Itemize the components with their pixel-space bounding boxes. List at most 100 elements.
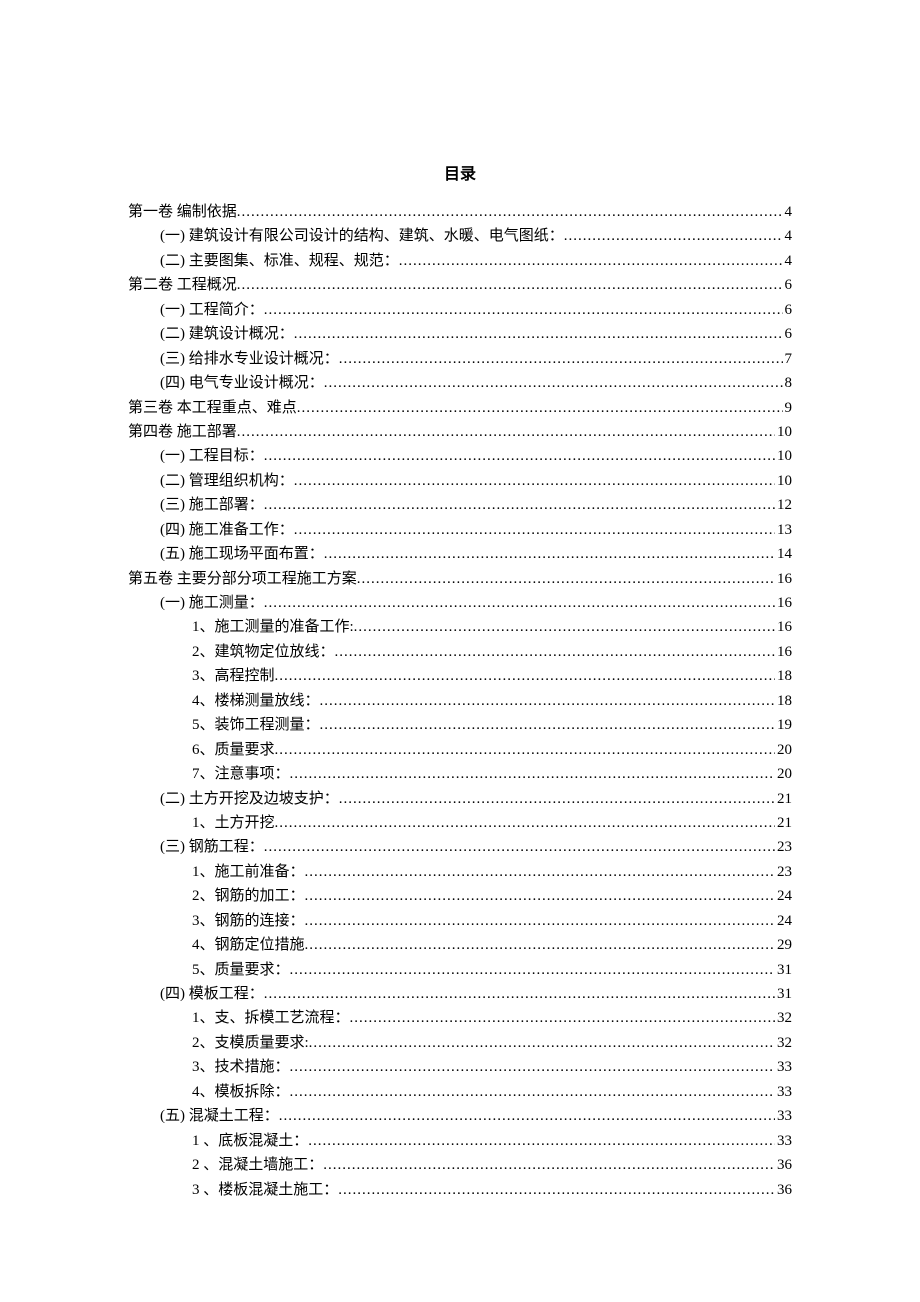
- toc-entry: (二) 主要图集、标准、规程、规范：4: [128, 249, 792, 273]
- toc-entry-label: (一) 建筑设计有限公司设计的结构、建筑、水暖、电气图纸：: [160, 224, 564, 248]
- toc-entry-label: (四) 模板工程：: [160, 982, 264, 1006]
- toc-leader-dots: [275, 738, 775, 762]
- toc-entry: 6、质量要求 20: [128, 738, 792, 762]
- toc-entry: (二) 建筑设计概况： 6: [128, 322, 792, 346]
- toc-entry-page: 20: [775, 738, 792, 762]
- toc-entry-page: 21: [775, 787, 792, 811]
- toc-leader-dots: [264, 444, 775, 468]
- toc-entry: 第二卷 工程概况6: [128, 273, 792, 297]
- toc-entry: 3、钢筋的连接：24: [128, 909, 792, 933]
- toc-entry-page: 16: [775, 615, 792, 639]
- toc-leader-dots: [324, 371, 783, 395]
- toc-entry-page: 4: [783, 224, 793, 248]
- toc-leader-dots: [305, 860, 775, 884]
- toc-entry-page: 10: [775, 420, 792, 444]
- toc-entry: (一) 建筑设计有限公司设计的结构、建筑、水暖、电气图纸： 4: [128, 224, 792, 248]
- toc-entry-page: 29: [775, 933, 792, 957]
- toc-entry-page: 24: [775, 909, 792, 933]
- toc-entry: 3、高程控制 18: [128, 664, 792, 688]
- toc-entry: 3、技术措施：33: [128, 1055, 792, 1079]
- toc-leader-dots: [264, 493, 775, 517]
- toc-entry-label: (三) 给排水专业设计概况：: [160, 347, 339, 371]
- toc-entry-label: 第五卷 主要分部分项工程施工方案: [128, 567, 357, 591]
- toc-entry-label: (四) 施工准备工作：: [160, 518, 294, 542]
- toc-entry-page: 18: [775, 664, 792, 688]
- toc-entry-page: 18: [775, 689, 792, 713]
- toc-entry: 第五卷 主要分部分项工程施工方案 16: [128, 567, 792, 591]
- toc-leader-dots: [237, 420, 775, 444]
- toc-entry-label: (四) 电气专业设计概况：: [160, 371, 324, 395]
- toc-leader-dots: [264, 298, 783, 322]
- toc-entry-page: 36: [775, 1178, 792, 1202]
- toc-entry: (三) 施工部署： 12: [128, 493, 792, 517]
- toc-entry-page: 6: [783, 322, 793, 346]
- toc-entry: 1 、底板混凝土：33: [128, 1129, 792, 1153]
- toc-entry: 第三卷 本工程重点、难点9: [128, 396, 792, 420]
- toc-entry: (二) 管理组织机构： 10: [128, 469, 792, 493]
- toc-entry: 2、钢筋的加工：24: [128, 884, 792, 908]
- toc-entry-page: 32: [775, 1031, 792, 1055]
- toc-entry-page: 16: [775, 591, 792, 615]
- toc-leader-dots: [294, 518, 775, 542]
- toc-leader-dots: [357, 567, 775, 591]
- toc-entry: (一) 施工测量： 16: [128, 591, 792, 615]
- toc-entry: (五) 混凝土工程：33: [128, 1104, 792, 1128]
- toc-entry: 2 、混凝土墙施工：36: [128, 1153, 792, 1177]
- toc-entry-page: 24: [775, 884, 792, 908]
- toc-leader-dots: [290, 1055, 775, 1079]
- toc-leader-dots: [399, 249, 783, 273]
- toc-leader-dots: [264, 591, 775, 615]
- toc-entry-label: 4、模板拆除：: [192, 1080, 290, 1104]
- toc-entry-label: (三) 施工部署：: [160, 493, 264, 517]
- toc-entry-page: 6: [783, 273, 793, 297]
- toc-leader-dots: [305, 909, 775, 933]
- toc-entry-page: 13: [775, 518, 792, 542]
- toc-entry-label: 1、施工前准备：: [192, 860, 305, 884]
- toc-entry: (三) 钢筋工程：23: [128, 835, 792, 859]
- toc-entry: 2、支模质量要求:32: [128, 1031, 792, 1055]
- toc-entry: 1、施工前准备：23: [128, 860, 792, 884]
- toc-title: 目录: [128, 160, 792, 184]
- toc-leader-dots: [294, 322, 783, 346]
- toc-leader-dots: [338, 1178, 775, 1202]
- toc-leader-dots: [324, 542, 775, 566]
- toc-entry-page: 32: [775, 1006, 792, 1030]
- toc-leader-dots: [297, 396, 783, 420]
- toc-leader-dots: [354, 615, 775, 639]
- toc-leader-dots: [264, 982, 775, 1006]
- toc-entry-label: (二) 建筑设计概况：: [160, 322, 294, 346]
- toc-leader-dots: [320, 713, 775, 737]
- toc-entry-page: 10: [775, 469, 792, 493]
- toc-entry: (二) 土方开挖及边坡支护：21: [128, 787, 792, 811]
- toc-entry: 4、楼梯测量放线：18: [128, 689, 792, 713]
- toc-entry-page: 10: [775, 444, 792, 468]
- toc-entry-page: 4: [783, 249, 793, 273]
- toc-leader-dots: [290, 762, 775, 786]
- toc-leader-dots: [275, 664, 775, 688]
- toc-leader-dots: [275, 811, 775, 835]
- toc-entry-label: (三) 钢筋工程：: [160, 835, 264, 859]
- toc-entry-label: 第三卷 本工程重点、难点: [128, 396, 297, 420]
- toc-leader-dots: [564, 224, 783, 248]
- toc-entry-label: (一) 工程简介：: [160, 298, 264, 322]
- toc-entry-label: 3、高程控制: [192, 664, 275, 688]
- toc-entry: (一) 工程简介：6: [128, 298, 792, 322]
- toc-entry-label: 2 、混凝土墙施工：: [192, 1153, 323, 1177]
- toc-entry-label: (二) 管理组织机构：: [160, 469, 294, 493]
- toc-leader-dots: [290, 958, 775, 982]
- toc-entry: 7、注意事项：20: [128, 762, 792, 786]
- toc-leader-dots: [308, 1129, 775, 1153]
- toc-leader-dots: [350, 1006, 775, 1030]
- toc-entry-label: 6、质量要求: [192, 738, 275, 762]
- toc-entry-label: 第四卷 施工部署: [128, 420, 237, 444]
- toc-entry-label: (一) 工程目标：: [160, 444, 264, 468]
- toc-entry: 5、质量要求：31: [128, 958, 792, 982]
- toc-entry-label: 3 、楼板混凝土施工：: [192, 1178, 338, 1202]
- toc-entry-label: 第一卷 编制依据: [128, 200, 237, 224]
- toc-leader-dots: [264, 835, 775, 859]
- toc-entry: 第一卷 编制依据4: [128, 200, 792, 224]
- toc-entry-page: 12: [775, 493, 792, 517]
- toc-entry-label: (一) 施工测量：: [160, 591, 264, 615]
- toc-entry-page: 16: [775, 567, 792, 591]
- toc-entry-page: 33: [775, 1055, 792, 1079]
